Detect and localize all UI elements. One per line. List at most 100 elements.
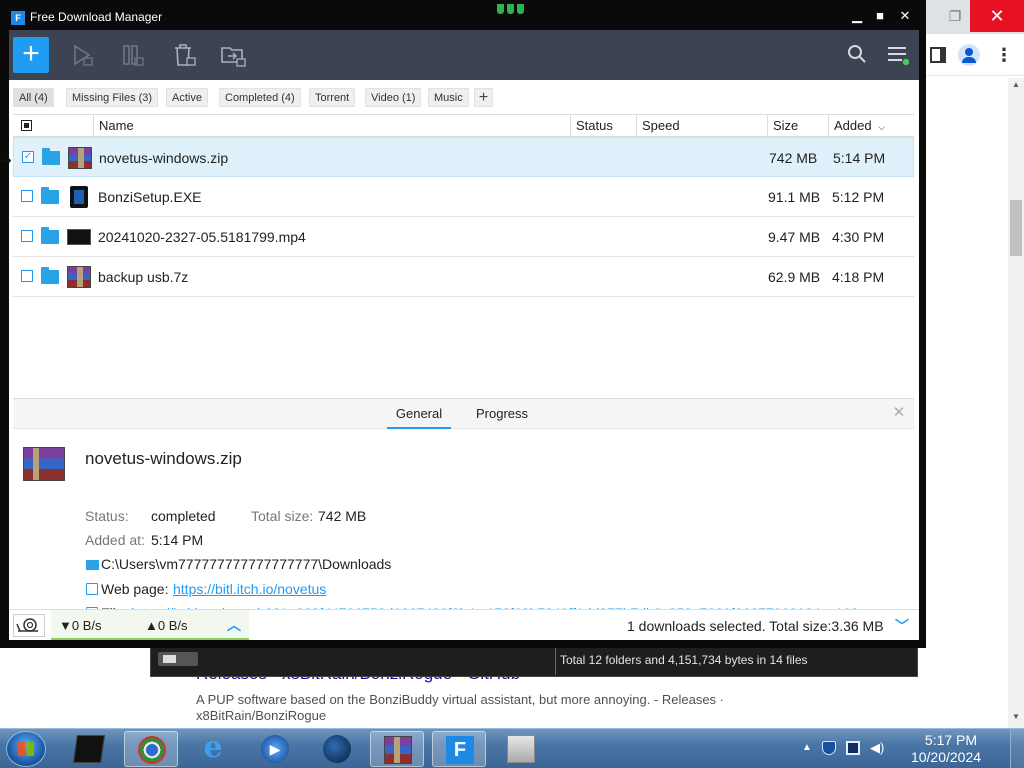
details-panel: General Progress ✕ novetus-windows.zip S… [13,398,914,621]
added-at-label: Added at: [85,532,145,548]
drive-icon [158,652,198,666]
filter-torrent[interactable]: Torrent [309,88,356,107]
table-row[interactable]: BonziSetup.EXE 91.1 MB 5:12 PM [13,177,914,217]
network-icon[interactable] [846,741,860,755]
column-name[interactable]: Name [93,115,570,137]
folder-icon[interactable] [41,267,59,284]
details-tabs: General Progress ✕ [13,399,914,429]
search-result-description: A PUP software based on the BonziBuddy v… [196,692,724,723]
scroll-down-icon[interactable]: ▼ [1008,712,1024,726]
column-size[interactable]: Size [767,115,828,137]
close-details-icon[interactable]: ✕ [891,405,907,421]
search-icon[interactable] [847,44,867,64]
chevron-down-icon[interactable]: ﹀ [895,616,909,636]
clock-date[interactable]: 10/20/2024 [896,749,996,765]
taskbar-app-winrar[interactable] [370,731,424,767]
archive-icon [384,736,412,764]
chevron-up-icon[interactable]: ︿ [227,615,241,635]
filter-bar: All (4) Missing Files (3) Active Complet… [9,80,919,114]
filter-music[interactable]: Music [428,88,469,107]
clock-time[interactable]: 5:17 PM [906,732,996,748]
archive-icon [67,266,91,288]
taskbar-app-explorer[interactable] [494,731,548,767]
status-value: completed [151,508,216,524]
page-scroll-thumb[interactable] [1010,200,1022,256]
row-size: 9.47 MB [768,229,821,245]
table-row[interactable]: 20241020-2327-05.5181799.mp4 9.47 MB 4:3… [13,217,914,257]
row-size: 91.1 MB [768,189,821,205]
fdm-app-icon: F [11,11,25,25]
delete-icon[interactable] [171,42,197,68]
close-button[interactable]: ✕ [897,8,913,24]
row-size: 62.9 MB [768,269,821,285]
browser-close-button[interactable]: ✕ [970,0,1024,32]
move-to-folder-icon[interactable] [220,42,246,68]
filter-all[interactable]: All (4) [13,88,54,107]
folder-icon[interactable] [41,187,59,204]
row-name: backup usb.7z [98,269,189,285]
show-desktop-button[interactable] [1010,729,1024,768]
web-page-link[interactable]: https://bitl.itch.io/novetus [173,581,326,597]
toolbar: + [9,30,919,80]
folder-icon[interactable] [42,148,60,165]
folder-icon[interactable] [41,227,59,244]
column-added[interactable]: Added ⌵ [828,115,914,137]
row-checkbox[interactable] [21,230,33,242]
show-hidden-icons[interactable]: ▲ [800,741,814,755]
table-row[interactable]: backup usb.7z 62.9 MB 4:18 PM [13,257,914,297]
pause-icon[interactable] [119,42,145,68]
shield-icon[interactable] [822,741,836,755]
sort-desc-icon: ⌵ [878,122,886,132]
tab-progress[interactable]: Progress [468,399,536,429]
main-menu-icon[interactable] [887,44,909,66]
side-panel-icon[interactable] [930,47,946,63]
add-filter-button[interactable]: + [474,88,493,107]
table-row[interactable]: ✓ novetus-windows.zip 742 MB 5:14 PM [13,137,914,177]
browser-menu-icon[interactable]: ⋮ [994,44,1014,66]
row-checkbox[interactable] [21,270,33,282]
browser-restore-button[interactable]: ❐ [940,4,970,28]
page-scrollbar[interactable] [1008,78,1024,728]
folder-icon[interactable] [86,560,99,570]
resume-icon[interactable] [69,42,95,68]
select-all-checkbox[interactable] [21,120,32,131]
ie-icon: e [203,730,223,765]
taskbar-app-terminal[interactable] [62,731,116,767]
filter-active[interactable]: Active [166,88,208,107]
start-button[interactable] [6,731,46,767]
taskbar-app-fdm[interactable]: F [432,731,486,767]
taskbar-app-media-player[interactable]: ▶ [248,731,302,767]
resize-cursor-icon: ⇸ [0,152,12,168]
speed-mode-button[interactable] [13,614,45,637]
filter-video[interactable]: Video (1) [365,88,422,107]
speed-indicator[interactable]: ▼0 B/s ▲0 B/s ︿ [51,610,249,640]
add-download-button[interactable]: + [13,37,49,73]
row-name: novetus-windows.zip [99,150,229,166]
column-added-label: Added [834,118,872,133]
filter-missing-files[interactable]: Missing Files (3) [66,88,159,107]
column-status[interactable]: Status [570,115,636,137]
scroll-up-icon[interactable]: ▲ [1008,80,1024,94]
volume-icon[interactable]: ◀) [870,741,884,755]
download-path[interactable]: C:\Users\vm777777777777777777\Downloads [101,556,391,572]
row-checkbox[interactable]: ✓ [22,151,34,163]
row-checkbox[interactable] [21,190,33,202]
tab-general[interactable]: General [387,399,451,429]
column-speed[interactable]: Speed [636,115,767,137]
minimize-button[interactable]: ▁ [849,8,865,24]
explorer-status-text: Total 12 folders and 4,151,734 bytes in … [555,647,808,675]
taskbar-app-chrome[interactable] [124,731,178,767]
added-at-value: 5:14 PM [151,532,204,548]
filter-completed[interactable]: Completed (4) [219,88,301,107]
profile-avatar-icon[interactable] [958,44,980,66]
taskbar-app-globe[interactable] [310,731,364,767]
archive-icon [23,447,65,481]
row-added: 4:18 PM [832,269,885,285]
fdm-window: F Free Download Manager ▁ ■ ✕ + All (4) … [0,0,926,648]
window-drag-grip[interactable] [497,0,529,14]
upload-speed: ▲0 B/s [145,618,188,633]
maximize-button[interactable]: ■ [872,8,888,24]
taskbar-app-ie[interactable]: e [186,731,240,767]
table-header: Name Status Speed Size Added ⌵ [13,114,914,137]
taskbar: e ▶ F ▲ ◀) 5:17 PM 10/20/2024 [0,728,1024,768]
